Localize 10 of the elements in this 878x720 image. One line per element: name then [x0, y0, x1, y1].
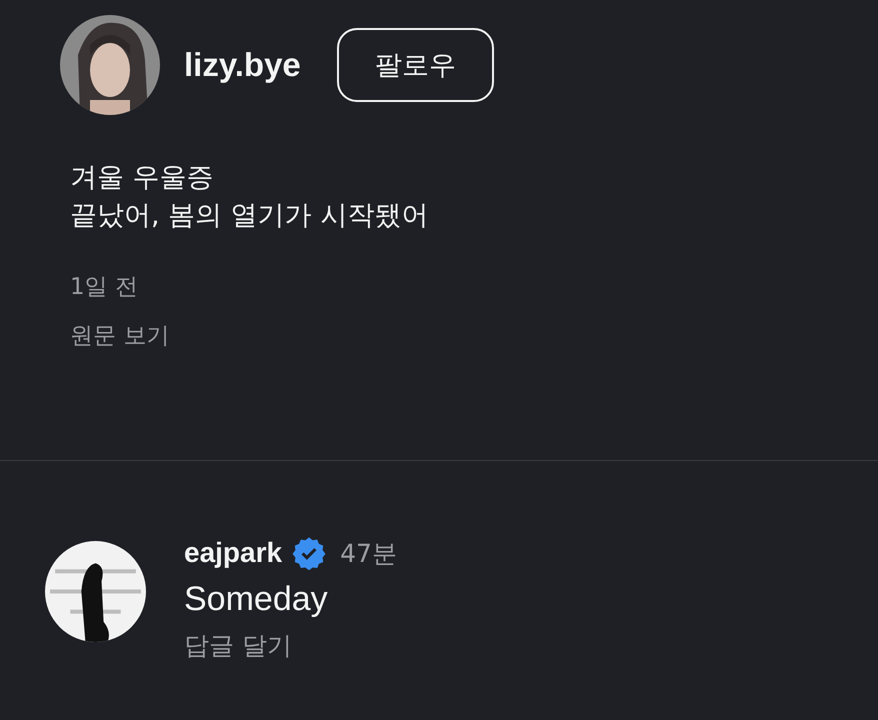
post-text: 겨울 우울증 — [70, 161, 215, 195]
username[interactable]: lizy.bye — [184, 46, 301, 84]
follow-button[interactable]: 팔로우 — [336, 28, 494, 102]
comment-username[interactable]: eajpark — [184, 537, 282, 569]
post-time: 1일 전 — [70, 273, 139, 302]
post-text: 끝났어, 봄의 열기가 시작됐어 — [70, 199, 430, 233]
comment-time: 47분 — [340, 538, 397, 570]
translate-link[interactable]: 원문 보기 — [70, 320, 170, 351]
comment-text: Someday — [184, 580, 329, 619]
reply-link[interactable]: 답글 달기 — [184, 629, 397, 662]
